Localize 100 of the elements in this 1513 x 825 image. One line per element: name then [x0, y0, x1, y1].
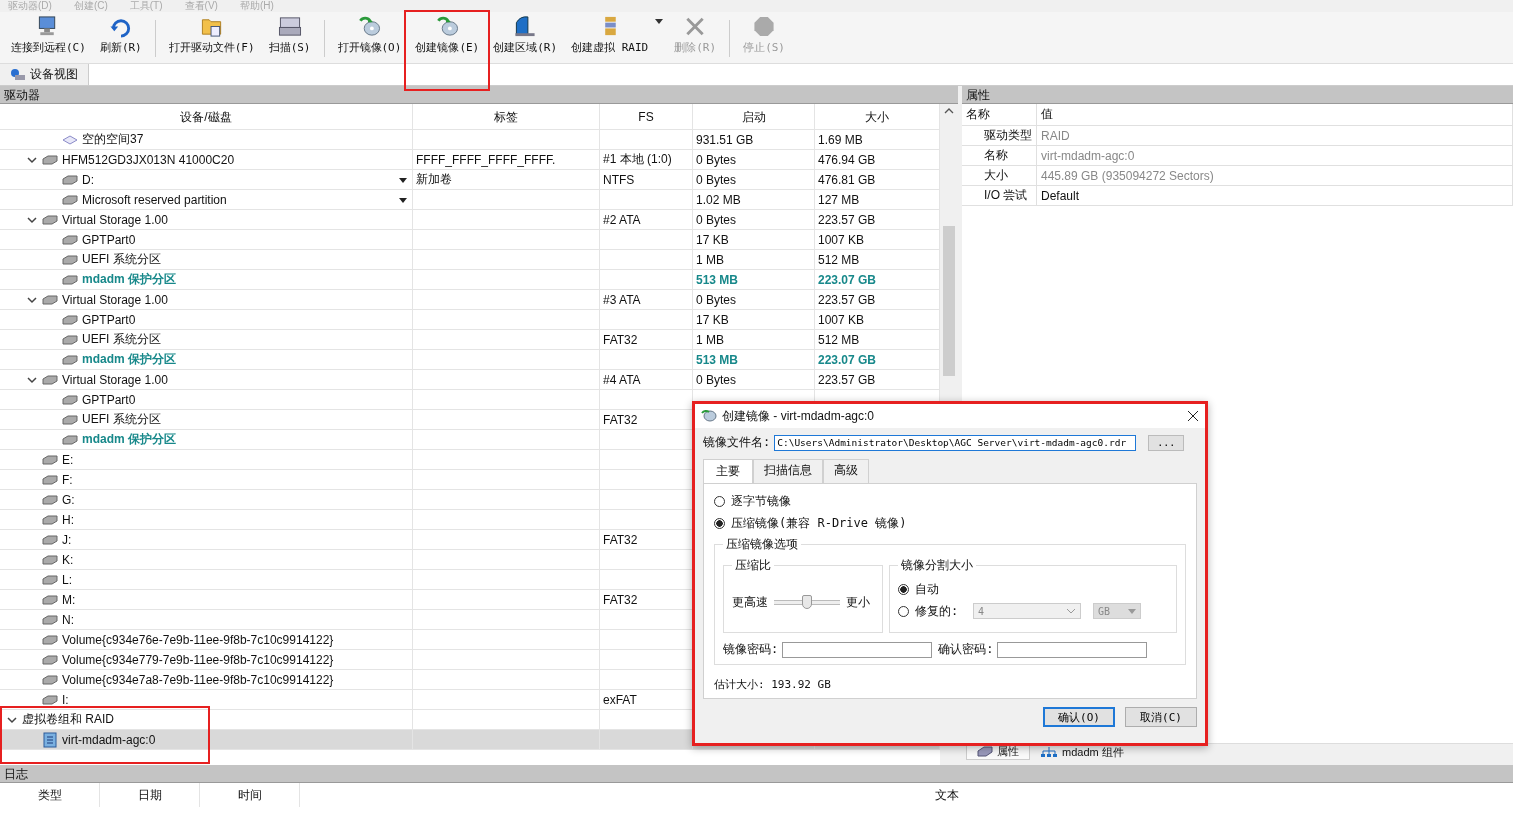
column-header[interactable]: 标签 — [413, 104, 600, 130]
password-field[interactable] — [782, 641, 933, 658]
drive-name: UEFI 系统分区 — [82, 251, 161, 268]
table-cell: 512 MB — [818, 332, 860, 347]
table-cell: 223.57 GB — [818, 292, 876, 307]
property-value: RAID — [1037, 126, 1513, 145]
drive-name: 虚拟卷组和 RAID — [22, 711, 114, 728]
close-icon[interactable] — [1187, 410, 1199, 422]
table-cell: #1 本地 (1:0) — [603, 151, 672, 168]
drive-name: Virtual Storage 1.00 — [62, 372, 168, 387]
table-cell: 223.07 GB — [818, 272, 877, 287]
toolbar-button[interactable]: 刷新(R) — [92, 11, 149, 55]
table-cell: FAT32 — [603, 592, 638, 607]
table-cell: FAT32 — [603, 532, 638, 547]
toolbar-button[interactable]: 打开镜像(O) — [330, 11, 409, 55]
column-header[interactable]: FS — [600, 104, 693, 130]
field-label: 镜像密码: — [723, 641, 779, 658]
disc-icon — [701, 409, 717, 423]
toolbar-button[interactable]: 创建镜像(E) — [408, 11, 487, 55]
panel-title: 驱动器 — [0, 86, 958, 104]
dialog-tab[interactable]: 主要 — [703, 459, 753, 483]
caret-icon[interactable] — [399, 178, 407, 183]
view-tab[interactable]: 设备视图 — [0, 64, 89, 85]
drive-name: GPTPart0 — [82, 312, 136, 327]
table-cell: 931.51 GB — [696, 132, 754, 147]
drive-name: K: — [62, 552, 74, 567]
table-cell: 1.02 MB — [696, 192, 741, 207]
slider-label: 更高速 — [732, 593, 768, 611]
password-field[interactable] — [997, 641, 1148, 658]
table-cell: 223.57 GB — [818, 372, 876, 387]
toolbar-button[interactable]: 扫描(S) — [261, 11, 318, 55]
toolbar-button[interactable]: 打开驱动文件(F) — [161, 11, 262, 55]
radio-button[interactable] — [714, 495, 725, 507]
drive-name: mdadm 保护分区 — [82, 351, 176, 368]
column-header[interactable]: 文本 — [300, 783, 1513, 807]
property-name: 驱动类型 — [962, 126, 1037, 145]
table-cell: 0 Bytes — [696, 172, 737, 187]
panel-title: 日志 — [0, 765, 1513, 783]
radio-label: 自动 — [915, 580, 940, 598]
browse-button[interactable]: ... — [1148, 434, 1185, 451]
property-name: I/O 尝试 — [962, 186, 1037, 205]
table-cell: 223.57 GB — [818, 212, 876, 227]
toolbar-button[interactable]: 创建虚拟 RAID — [564, 11, 656, 55]
caret-icon — [1128, 608, 1136, 614]
caret-icon[interactable] — [399, 198, 407, 203]
column-header[interactable]: 时间 — [200, 783, 300, 807]
drive-name: J: — [62, 532, 72, 547]
raid-icon — [42, 731, 58, 748]
drive-name: Virtual Storage 1.00 — [62, 292, 168, 307]
table-cell: 223.07 GB — [818, 352, 877, 367]
drive-name: Volume{c934e779-7e9b-11ee-9f8b-7c10c9914122} — [62, 652, 334, 667]
dialog-tab[interactable]: 扫描信息 — [753, 459, 823, 483]
table-cell: 127 MB — [818, 192, 860, 207]
drive-name: G: — [62, 492, 75, 507]
dialog-title: 创建镜像 - virt-mdadm-agc:0 — [722, 407, 876, 425]
radio-label: 逐字节镜像 — [731, 492, 791, 510]
property-value: 445.89 GB (935094272 Sectors) — [1037, 166, 1513, 185]
drive-name: M: — [62, 592, 76, 607]
radio-button[interactable] — [714, 517, 725, 529]
drive-name: N: — [62, 612, 74, 627]
drive-name: UEFI 系统分区 — [82, 331, 161, 348]
drive-name: mdadm 保护分区 — [82, 271, 176, 288]
toolbar-button[interactable]: 创建区域(R) — [486, 11, 565, 55]
property-name: 大小 — [962, 166, 1037, 185]
panel-tab[interactable]: mdadm 组件 — [1030, 744, 1134, 760]
dialog-button[interactable]: 确认(O) — [1043, 707, 1115, 727]
table-cell: 17 KB — [696, 312, 729, 327]
drive-name: F: — [62, 472, 73, 487]
drive-name: HFM512GD3JX013N 41000C20 — [62, 152, 235, 167]
estimated-size: 估计大小: 193.92 GB — [714, 677, 832, 692]
drive-name: UEFI 系统分区 — [82, 411, 161, 428]
group-title: 压缩比 — [734, 557, 772, 574]
scroll-up-icon[interactable] — [944, 108, 954, 114]
toolbar-button[interactable]: 连接到远程(C) — [4, 11, 93, 55]
scrollbar-thumb[interactable] — [943, 226, 955, 376]
dialog-button[interactable]: 取消(C) — [1125, 707, 1197, 727]
column-header[interactable]: 设备/磁盘 — [0, 104, 413, 130]
drive-name: GPTPart0 — [82, 232, 136, 247]
column-header[interactable]: 类型 — [0, 783, 100, 807]
drive-name: I: — [62, 692, 69, 707]
drive-name: mdadm 保护分区 — [82, 431, 176, 448]
caret-icon[interactable] — [655, 19, 664, 24]
table-cell: 1007 KB — [818, 232, 865, 247]
column-header[interactable]: 日期 — [100, 783, 200, 807]
table-cell: #2 ATA — [603, 212, 641, 227]
column-header[interactable]: 启动 — [693, 104, 815, 130]
drive-name: GPTPart0 — [82, 392, 136, 407]
table-cell: 513 MB — [696, 352, 739, 367]
drive-name: virt-mdadm-agc:0 — [62, 732, 156, 747]
table-cell: NTFS — [603, 172, 635, 187]
dialog-tab[interactable]: 高级 — [823, 459, 869, 483]
column-header: 值 — [1037, 104, 1513, 125]
drive-name: H: — [62, 512, 74, 527]
file-path-field[interactable]: C:\Users\Administrator\Desktop\AGC Server\virt-mdadm-agc0.rdr — [774, 434, 1137, 451]
slider-thumb[interactable] — [802, 595, 812, 609]
drive-name: L: — [62, 572, 72, 587]
drive-name: E: — [62, 452, 74, 467]
panel-title: 属性 — [962, 86, 1513, 104]
field-label: 确认密码: — [938, 641, 994, 658]
table-cell: 476.81 GB — [818, 172, 876, 187]
